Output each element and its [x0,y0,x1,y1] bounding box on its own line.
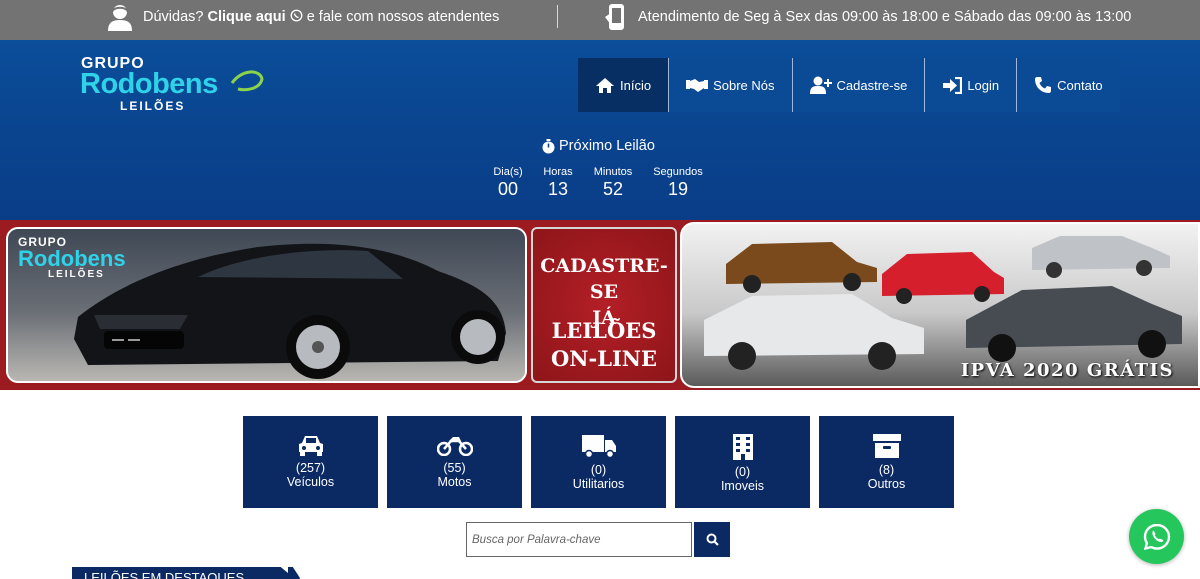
countdown-days: Dia(s) 00 [493,166,523,200]
nav-label-cadastre-se: Cadastre-se [836,77,908,93]
category-name: Motos [437,475,472,489]
sports-car-image [74,243,506,379]
main-nav: Início Sobre Nós Cadastre-se Login Conta… [578,58,1120,112]
category-grid: (257) Veículos (55) Motos (0) Utilitario… [243,416,954,508]
countdown-minutes: Minutos 52 [592,166,634,200]
search-button[interactable] [694,522,730,557]
topbar-divider [557,5,558,28]
category-veiculos[interactable]: (257) Veículos [243,416,378,508]
mobile-phone-icon [605,3,624,30]
logo-line-2: Rodobens [80,68,218,100]
motorcycle-icon [436,437,473,456]
category-count: (8) [878,463,895,477]
cta-line-4: ON-LINE [551,346,657,371]
help-prefix: Dúvidas? [143,8,204,25]
logo-line-3: LEILÕES [120,99,186,113]
nav-item-inicio[interactable]: Início [578,58,670,112]
help-suffix: e fale com nossos atendentes [306,8,500,25]
phone-icon [1035,77,1052,93]
whatsapp-chat-button[interactable] [1129,509,1184,564]
cta-line-3: LEILÕES [551,318,657,343]
category-count: (55) [443,461,466,475]
countdown-seconds: Segundos 19 [653,166,703,200]
featured-auctions-heading: LEILÕES EM DESTAQUES [72,567,294,579]
countdown-days-value: 00 [497,179,519,199]
countdown-days-label: Dia(s) [493,166,523,178]
countdown-hours-value: 13 [547,179,569,199]
countdown-title-text: Próximo Leilão [559,138,655,154]
category-outros[interactable]: (8) Outros [819,416,954,508]
category-count: (0) [590,463,607,477]
nav-item-login[interactable]: Login [925,58,1018,112]
help-link[interactable]: Clique aqui [207,9,285,25]
logo-swoosh-icon [230,70,264,92]
stopwatch-icon [542,138,555,153]
countdown-hours: Horas 13 [543,166,573,200]
whatsapp-small-icon [290,9,303,21]
nav-label-inicio: Início [620,77,652,93]
top-info-bar: Dúvidas? Clique aqui e fale com nossos a… [0,0,1200,40]
car-icon [298,436,323,456]
category-name: Veículos [286,475,335,489]
category-count: (257) [295,461,326,475]
user-plus-icon [809,76,832,94]
cta-panel[interactable]: CADASTRE-SE JÁ LEILÕES ON-LINE [531,227,677,383]
category-name: Utilitarios [572,477,625,491]
countdown-title: Próximo Leilão [542,138,655,154]
countdown-seconds-value: 19 [667,179,689,199]
featured-chevron-decoration [288,567,300,579]
promo-ipva: IPVA 2020 GRÁTIS [960,360,1174,381]
cta-online: LEILÕES ON-LINE [533,317,675,373]
search-input[interactable] [466,522,692,557]
search-icon [706,533,719,546]
countdown-hours-label: Horas [543,166,573,178]
building-icon [732,434,753,460]
banner-car-panel: GRUPO Rodobens LEILÕES [6,227,527,383]
support-agent-icon [108,4,132,31]
category-name: Outros [867,477,906,491]
countdown-minutes-value: 52 [602,179,624,199]
category-imoveis[interactable]: (0) Imoveis [675,416,810,508]
category-count: (0) [734,465,751,479]
countdown-seconds-label: Segundos [653,166,703,178]
help-contact: Dúvidas? Clique aqui e fale com nossos a… [107,0,499,33]
hours-text: Atendimento de Seg à Sex das 09:00 às 18… [638,8,1132,25]
countdown-minutes-label: Minutos [593,166,633,178]
cta-line-1: CADASTRE-SE [540,255,668,303]
promo-banner[interactable]: GRUPO Rodobens LEILÕES CADASTRE-SE JÁ LE… [0,220,1200,390]
handshake-icon [686,79,709,92]
site-header: GRUPO Rodobens LEILÕES Início Sobre Nós [0,40,1200,220]
banner-fleet-panel: IPVA 2020 GRÁTIS [680,222,1200,388]
archive-icon [872,434,901,458]
nav-label-sobre-nos: Sobre Nós [713,77,775,93]
nav-item-sobre-nos[interactable]: Sobre Nós [669,58,793,112]
nav-label-contato: Contato [1057,77,1103,93]
whatsapp-icon [1143,523,1170,550]
truck-icon [581,435,616,458]
nav-label-login: Login [967,77,1000,93]
category-utilitarios[interactable]: (0) Utilitarios [531,416,666,508]
nav-item-cadastre-se[interactable]: Cadastre-se [793,58,926,112]
category-name: Imoveis [720,479,765,493]
business-hours: Atendimento de Seg à Sex das 09:00 às 18… [603,0,1131,33]
sign-in-icon [943,76,963,94]
site-logo[interactable]: GRUPO Rodobens LEILÕES [80,55,270,115]
category-motos[interactable]: (55) Motos [387,416,522,508]
home-icon [596,77,614,93]
nav-item-contato[interactable]: Contato [1017,58,1120,112]
keyword-search [466,522,730,557]
